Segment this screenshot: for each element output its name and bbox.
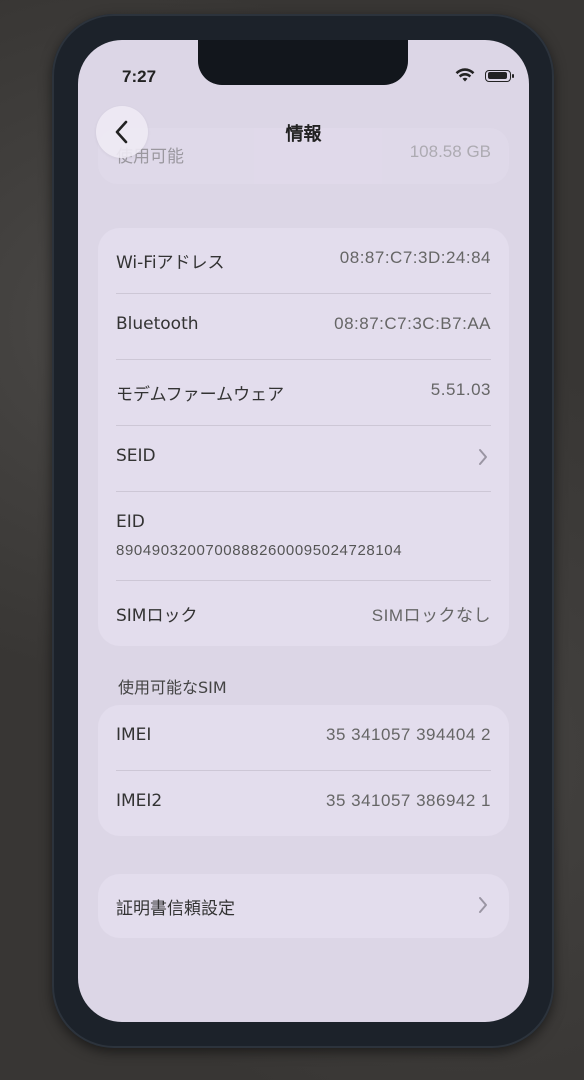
network-info-card: Wi-Fiアドレス 08:87:C7:3D:24:84 Bluetooth 08… (98, 228, 509, 646)
imei2-value: 35 341057 386942 1 (326, 791, 491, 810)
imei2-label: IMEI2 (116, 791, 163, 811)
imei-value: 35 341057 394404 2 (326, 725, 491, 744)
sim-lock-row: SIMロック SIMロックなし (116, 581, 491, 646)
imei-row: IMEI 35 341057 394404 2 (116, 705, 491, 771)
bluetooth-value: 08:87:C7:3C:B7:AA (334, 314, 491, 333)
status-icons (455, 68, 514, 83)
certificate-trust-row[interactable]: 証明書信頼設定 (116, 874, 491, 938)
seid-label: SEID (116, 446, 156, 466)
chevron-right-icon (479, 897, 487, 913)
wifi-address-row: Wi-Fiアドレス 08:87:C7:3D:24:84 (116, 228, 491, 294)
eid-label: EID (116, 512, 145, 532)
imei-label: IMEI (116, 725, 152, 745)
wifi-address-label: Wi-Fiアドレス (116, 253, 225, 273)
imei2-row: IMEI2 35 341057 386942 1 (116, 771, 491, 836)
battery-level (487, 72, 507, 79)
eid-value: 89049032007008882600095024728104 (116, 542, 403, 559)
modem-firmware-row: モデムファームウェア 5.51.03 (116, 360, 491, 426)
status-time: 7:27 (122, 67, 157, 86)
bluetooth-row: Bluetooth 08:87:C7:3C:B7:AA (116, 294, 491, 360)
camera-notch (198, 40, 408, 85)
sim-card-info: IMEI 35 341057 394404 2 IMEI2 35 341057 … (98, 705, 509, 836)
modem-firmware-value: 5.51.03 (430, 380, 491, 399)
phone-screen: 7:27 使用可能 108.58 GB 情報 Wi-Fiアドレス 08:87:C… (78, 40, 529, 1022)
bluetooth-label: Bluetooth (116, 314, 199, 334)
battery-icon (485, 69, 514, 82)
seid-row[interactable]: SEID (116, 426, 491, 492)
modem-firmware-label: モデムファームウェア (116, 385, 285, 405)
sim-lock-label: SIMロック (116, 606, 198, 626)
wifi-icon (455, 68, 475, 83)
certificate-trust-card: 証明書信頼設定 (98, 874, 509, 938)
page-title: 情報 (285, 124, 322, 145)
chevron-right-icon (479, 449, 487, 465)
eid-row: EID 89049032007008882600095024728104 (116, 492, 491, 581)
wifi-address-value: 08:87:C7:3D:24:84 (339, 248, 491, 267)
certificate-trust-label: 証明書信頼設定 (116, 899, 235, 919)
sim-lock-value: SIMロックなし (371, 606, 491, 625)
available-sim-header: 使用可能なSIM (118, 678, 227, 697)
